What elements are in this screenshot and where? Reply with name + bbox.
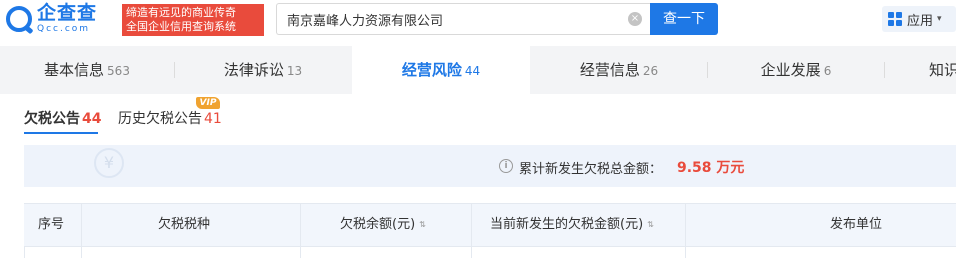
column-divider <box>471 247 472 258</box>
column-divider <box>685 204 686 246</box>
apps-grid-icon <box>888 12 902 26</box>
clear-icon[interactable]: × <box>628 12 642 26</box>
info-icon[interactable]: i <box>499 159 513 173</box>
column-divider <box>300 247 301 258</box>
apps-label: 应用 <box>907 13 934 29</box>
sort-icon[interactable]: ⇅ <box>647 220 655 228</box>
vip-badge: VIP <box>196 97 220 109</box>
column-divider <box>81 247 82 258</box>
logo-icon <box>6 6 32 32</box>
tab-operating-info[interactable]: 经营信息 26 <box>531 46 707 94</box>
column-divider <box>81 204 82 246</box>
section-tabs: 基本信息 563 法律诉讼 13 经营风险 44 经营信息 26 企业发展 6 知识 <box>0 46 956 94</box>
table-header: 序号 欠税税种 欠税余额(元) ⇅ 当前新发生的欠税金额(元) ⇅ 发布单位 <box>24 203 956 247</box>
qcc-logo[interactable]: 企查查 Qcc.com <box>6 4 133 34</box>
active-tab-indicator <box>24 132 98 134</box>
column-divider <box>471 204 472 246</box>
top-header: 企查查 Qcc.com 缔造有远见的商业传奇 全国企业信用查询系统 × 查一下 … <box>0 0 956 38</box>
search-input[interactable] <box>287 11 617 27</box>
table-row <box>24 247 956 258</box>
slogan-banner: 缔造有远见的商业传奇 全国企业信用查询系统 <box>122 4 264 36</box>
column-balance[interactable]: 欠税余额(元) ⇅ <box>340 204 427 246</box>
search-box: × <box>276 3 650 35</box>
slogan-line-2: 全国企业信用查询系统 <box>126 20 236 33</box>
column-tax-type: 欠税税种 <box>158 217 211 232</box>
tab-ip[interactable]: 知识 <box>885 46 956 94</box>
tab-basic-info[interactable]: 基本信息 563 <box>0 46 174 94</box>
summary-value: 9.58 万元 <box>677 160 745 176</box>
column-new-arrears[interactable]: 当前新发生的欠税金额(元) ⇅ <box>490 204 655 246</box>
tab-legal[interactable]: 法律诉讼 13 <box>175 46 351 94</box>
column-divider <box>685 247 686 258</box>
logo-title: 企查查 <box>37 2 98 24</box>
apps-button[interactable]: 应用 ▾ <box>882 6 956 32</box>
tab-development[interactable]: 企业发展 6 <box>708 46 884 94</box>
subtab-tax-arrears[interactable]: 欠税公告 44 <box>24 108 101 128</box>
column-divider <box>300 204 301 246</box>
summary-label: 累计新发生欠税总金额： <box>519 162 663 177</box>
search-button[interactable]: 查一下 <box>650 3 718 35</box>
logo-subtitle: Qcc.com <box>37 24 91 34</box>
sort-icon[interactable]: ⇅ <box>419 220 427 228</box>
chevron-down-icon: ▾ <box>937 14 942 24</box>
slogan-line-1: 缔造有远见的商业传奇 <box>126 6 236 19</box>
column-issuer: 发布单位 <box>830 217 883 232</box>
yuan-icon: ¥ <box>94 148 124 178</box>
summary-banner: ¥ i 累计新发生欠税总金额： 9.58 万元 <box>24 145 956 187</box>
subtab-history-tax-arrears[interactable]: 历史欠税公告 41 <box>118 108 222 128</box>
tab-operating-risk[interactable]: 经营风险 44 <box>352 46 530 94</box>
column-index: 序号 <box>38 217 65 232</box>
